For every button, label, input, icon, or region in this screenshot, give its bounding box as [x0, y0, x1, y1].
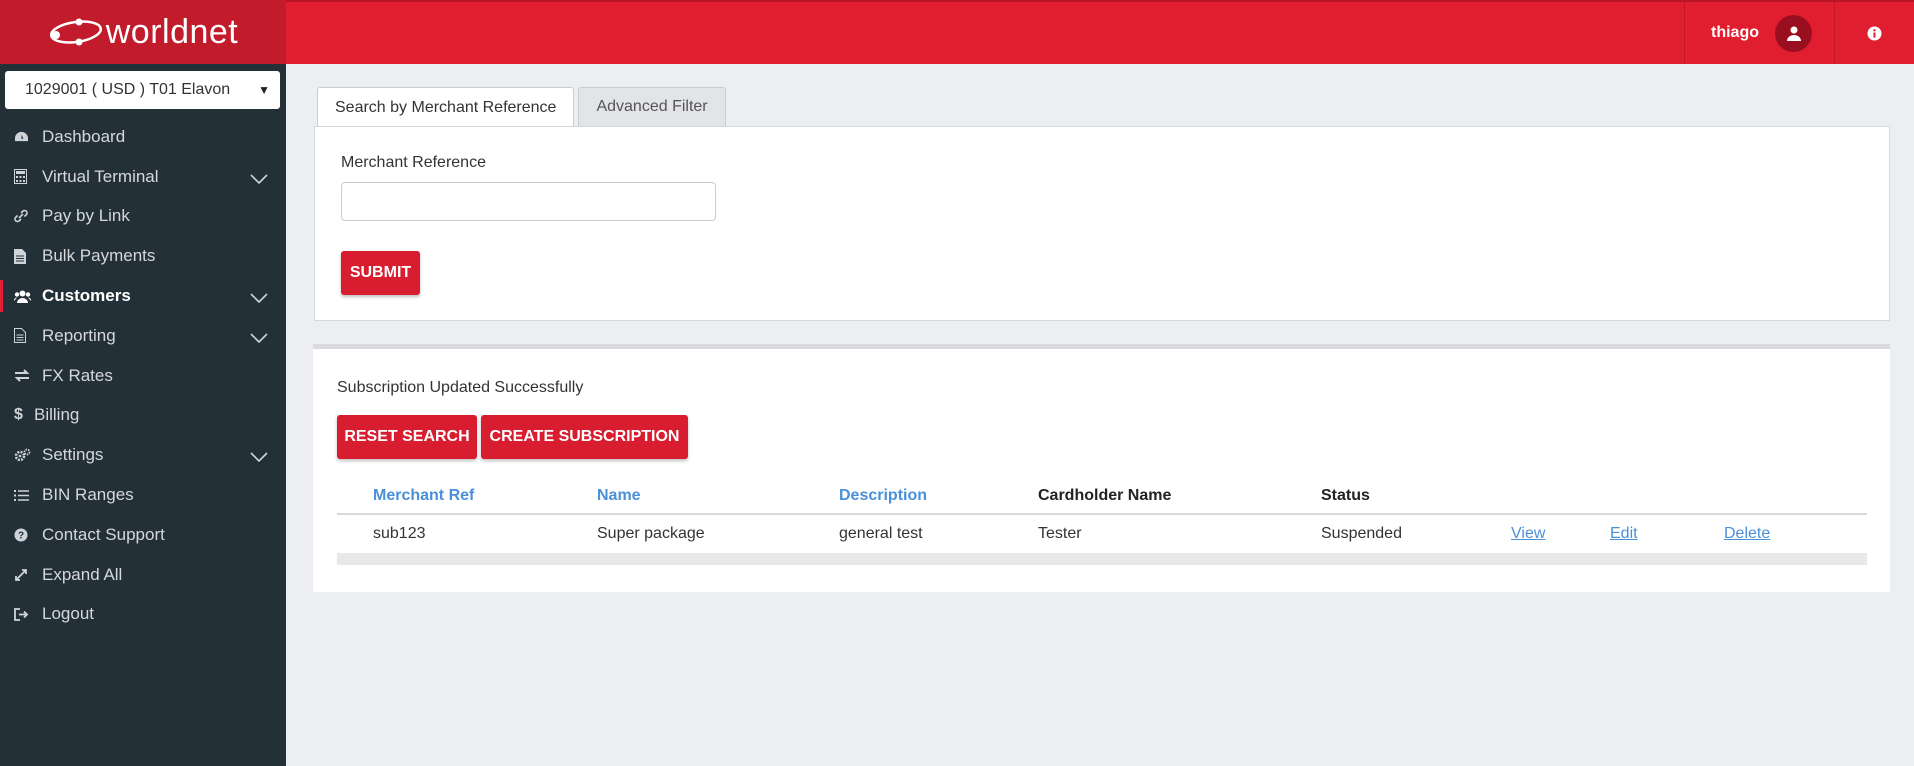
chevron-down-icon[interactable]: [250, 447, 268, 467]
sidebar-item-dashboard[interactable]: Dashboard: [0, 117, 286, 157]
chevron-down-icon[interactable]: [250, 288, 268, 308]
status-cell: Suspended: [1321, 525, 1402, 542]
merchant-reference-label: Merchant Reference: [341, 154, 486, 171]
sidebar-item-customers[interactable]: Customers: [0, 276, 286, 316]
sidebar-item-pay-by-link[interactable]: Pay by Link: [0, 197, 286, 237]
sidebar-item-settings[interactable]: Settings: [0, 435, 286, 475]
merchant-select-value: 1029001 ( USD ) T01 Elavon: [25, 81, 231, 98]
column-description[interactable]: Description: [839, 487, 927, 505]
sidebar-item-label: Virtual Terminal: [42, 166, 159, 186]
tab-search-by-merchant-reference[interactable]: Search by Merchant Reference: [317, 87, 575, 127]
user-menu[interactable]: thiago: [1684, 2, 1834, 64]
submit-button[interactable]: SUBMIT: [341, 251, 420, 295]
logout-icon: [14, 608, 42, 621]
reset-search-button[interactable]: RESET SEARCH: [337, 415, 477, 459]
top-bar: thiago: [286, 0, 1914, 64]
delete-link[interactable]: Delete: [1724, 525, 1770, 543]
results-panel: Subscription Updated Successfully RESET …: [313, 344, 1890, 592]
report-icon: [14, 328, 42, 344]
sidebar-item-label: Reporting: [42, 325, 116, 345]
chevron-down-icon[interactable]: [250, 328, 268, 348]
svg-text:?: ?: [18, 530, 24, 541]
link-icon: [14, 209, 42, 223]
column-name[interactable]: Name: [597, 487, 641, 505]
sidebar-item-label: Contact Support: [42, 524, 165, 544]
sidebar-item-bin-ranges[interactable]: BIN Ranges: [0, 475, 286, 515]
column-cardholder-name: Cardholder Name: [1038, 487, 1172, 504]
sidebar-item-label: Pay by Link: [42, 206, 130, 226]
table-header: Merchant Ref Name Description Cardholder…: [337, 479, 1867, 515]
sidebar-item-billing[interactable]: $ Billing: [0, 396, 286, 436]
dashboard-icon: [14, 130, 42, 143]
merchant-reference-input[interactable]: [341, 182, 716, 221]
search-panel: Merchant Reference SUBMIT: [314, 126, 1890, 321]
gears-icon: [14, 448, 42, 462]
cardholder-cell: Tester: [1038, 525, 1082, 542]
question-icon: ?: [14, 528, 42, 542]
column-merchant-ref[interactable]: Merchant Ref: [373, 487, 474, 505]
sidebar-item-fx-rates[interactable]: FX Rates: [0, 356, 286, 396]
exchange-icon: [14, 369, 42, 382]
sidebar-item-label: Dashboard: [42, 126, 126, 146]
list-icon: [14, 489, 42, 502]
sidebar-item-label: Logout: [42, 604, 94, 624]
logo-text: worldnet: [105, 12, 239, 51]
success-message: Subscription Updated Successfully: [337, 379, 584, 396]
info-icon: [1867, 26, 1882, 40]
subscriptions-table: Merchant Ref Name Description Cardholder…: [337, 479, 1867, 565]
search-tabs: Search by Merchant Reference Advanced Fi…: [317, 87, 730, 127]
sidebar-item-reporting[interactable]: Reporting: [0, 316, 286, 356]
name-cell: Super package: [597, 525, 705, 542]
merchant-select[interactable]: 1029001 ( USD ) T01 Elavon ▼: [5, 71, 280, 109]
logo-area[interactable]: worldnet: [0, 0, 286, 64]
calculator-icon: [14, 169, 42, 185]
sidebar-item-label: BIN Ranges: [42, 485, 134, 505]
edit-link[interactable]: Edit: [1610, 525, 1638, 543]
tab-advanced-filter[interactable]: Advanced Filter: [578, 87, 726, 126]
sidebar-item-logout[interactable]: Logout: [0, 595, 286, 635]
sidebar-item-label: Settings: [42, 445, 104, 465]
file-icon: [14, 248, 42, 264]
sidebar-nav: Dashboard Virtual Terminal Pay by Link B…: [0, 117, 286, 634]
sidebar-item-label: Bulk Payments: [42, 246, 156, 266]
dollar-icon: $: [14, 406, 23, 424]
orbit-icon: [49, 18, 102, 46]
sidebar-item-virtual-terminal[interactable]: Virtual Terminal: [0, 157, 286, 197]
users-icon: [14, 290, 42, 303]
sidebar-item-expand-all[interactable]: Expand All: [0, 555, 286, 595]
user-icon[interactable]: [1775, 14, 1812, 52]
view-link[interactable]: View: [1511, 525, 1545, 543]
column-status: Status: [1321, 487, 1370, 504]
table-footer: [337, 553, 1867, 565]
worldnet-logo: worldnet: [48, 13, 239, 52]
sidebar-item-contact-support[interactable]: ? Contact Support: [0, 515, 286, 555]
expand-icon: [14, 568, 42, 582]
chevron-down-icon[interactable]: [250, 169, 268, 189]
caret-down-icon: ▼: [258, 83, 270, 97]
info-button[interactable]: [1834, 2, 1914, 64]
sidebar: worldnet 1029001 ( USD ) T01 Elavon ▼ Da…: [0, 0, 286, 766]
sidebar-item-label: Billing: [34, 405, 80, 425]
create-subscription-button[interactable]: CREATE SUBSCRIPTION: [481, 415, 688, 459]
sidebar-item-bulk-payments[interactable]: Bulk Payments: [0, 236, 286, 276]
sidebar-item-label: FX Rates: [42, 365, 113, 385]
description-cell: general test: [839, 525, 923, 542]
sidebar-item-label: Expand All: [42, 564, 123, 584]
username: thiago: [1711, 24, 1759, 41]
sidebar-item-label: Customers: [42, 286, 131, 306]
table-row: sub123 Super package general test Tester…: [337, 515, 1867, 553]
merchant-ref-cell: sub123: [373, 525, 426, 542]
